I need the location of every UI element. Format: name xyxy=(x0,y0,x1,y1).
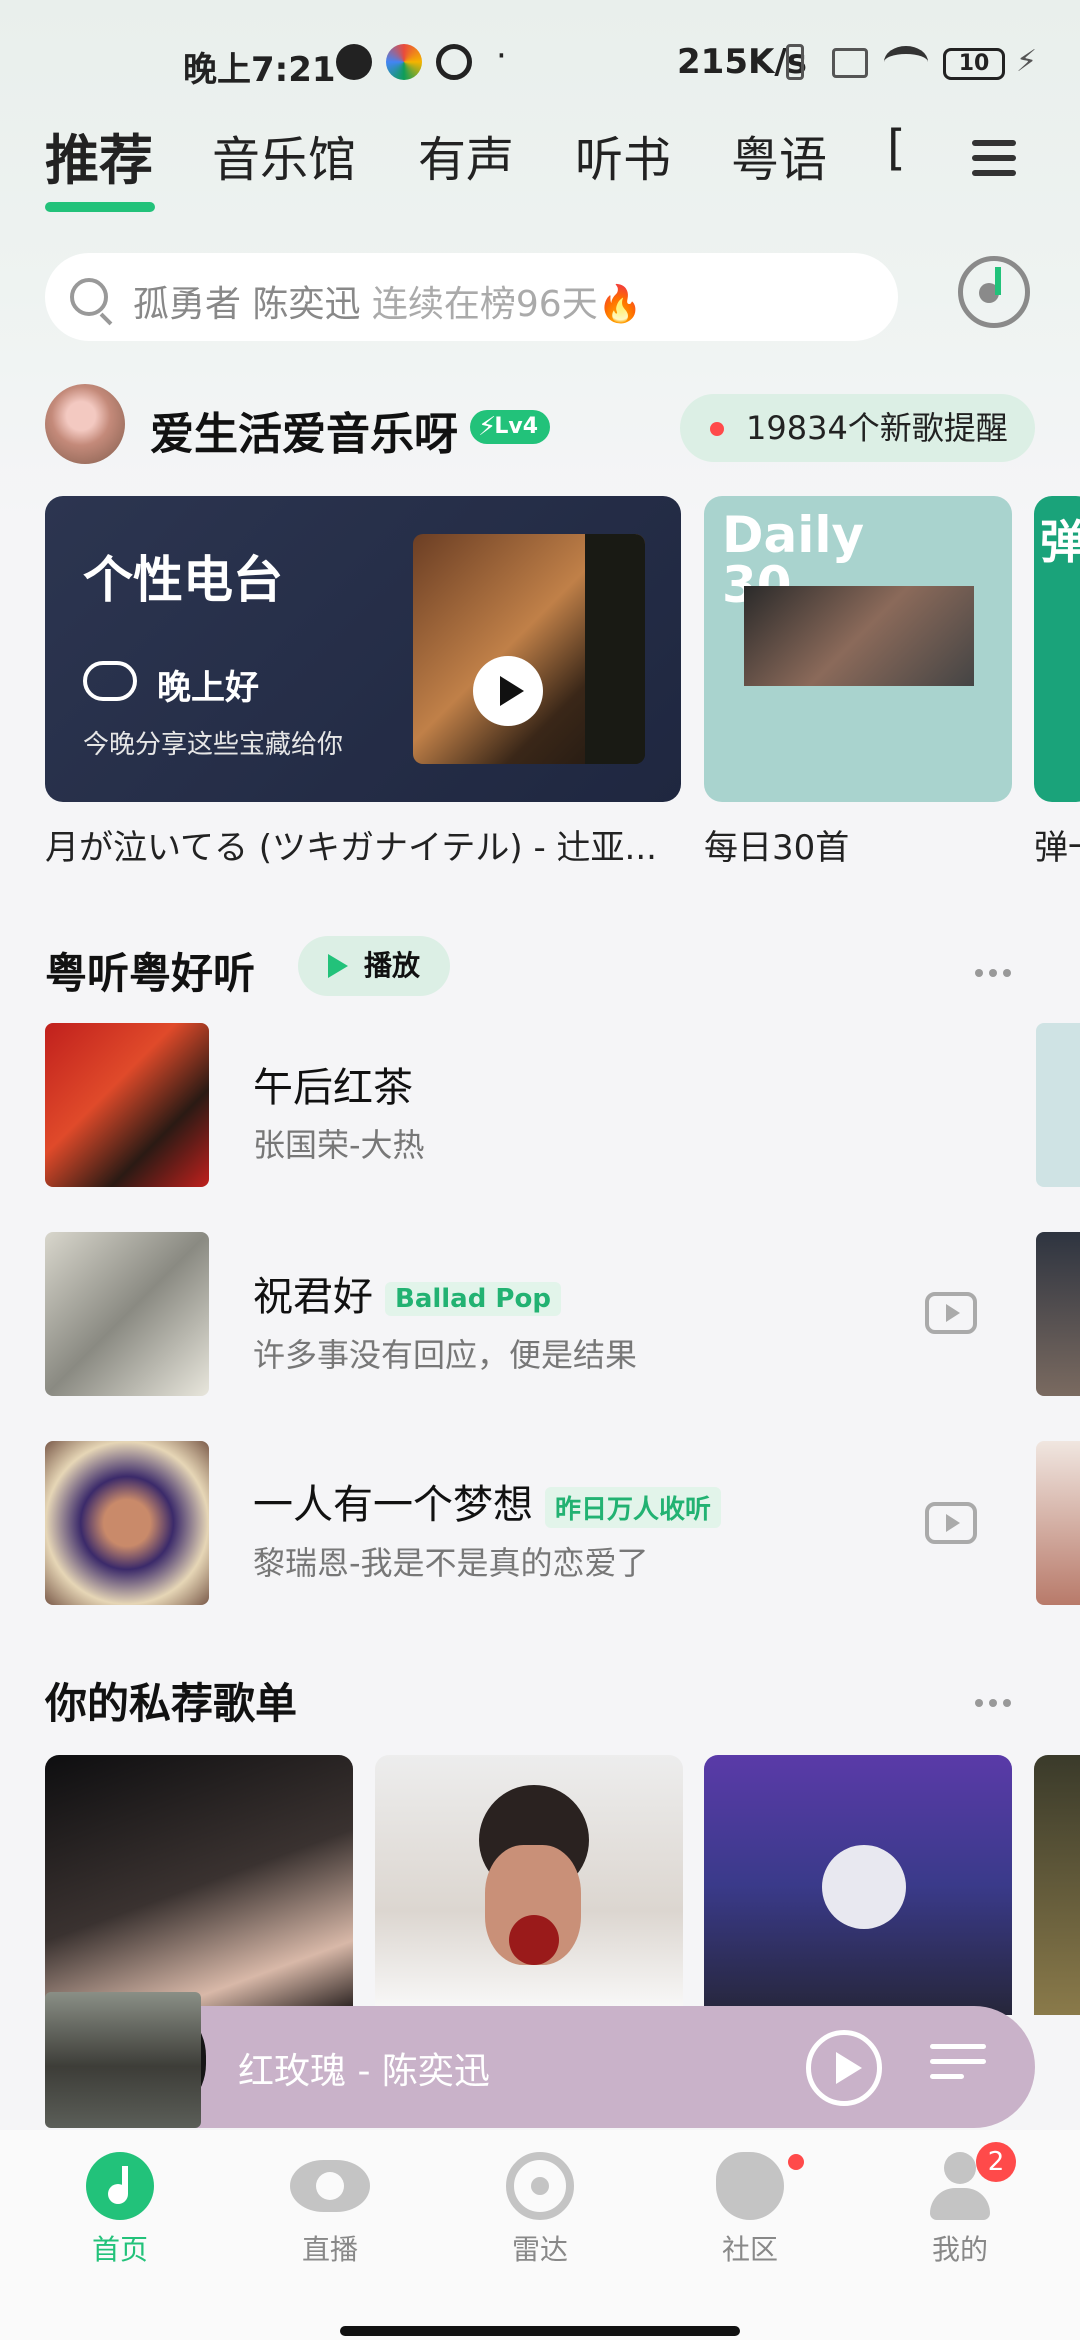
search-icon xyxy=(70,278,108,316)
tab-recommend[interactable]: 推荐 xyxy=(45,116,153,195)
song-tag: Ballad Pop xyxy=(385,1282,561,1316)
bluetooth-icon xyxy=(786,44,804,80)
tab-audio[interactable]: 有声 xyxy=(418,120,514,190)
mini-player-cover[interactable] xyxy=(45,1992,201,2128)
new-songs-reminder[interactable]: 19834个新歌提醒 xyxy=(680,394,1035,462)
notification-badge: 2 xyxy=(976,2142,1016,2182)
daily-30-card[interactable]: Daily 30 xyxy=(704,496,1012,802)
search-placeholder[interactable]: 孤勇者 陈奕迅 连续在榜96天🔥 xyxy=(133,275,643,327)
menu-icon[interactable] xyxy=(972,140,1016,178)
music-recognize-icon[interactable] xyxy=(958,256,1030,328)
song-cover[interactable] xyxy=(45,1023,209,1187)
song-title: 一人有一个梦想 xyxy=(253,1482,533,1528)
next-column-peek[interactable] xyxy=(1036,1232,1080,1396)
tab-cantonese[interactable]: 粤语 xyxy=(731,120,827,190)
section-title-cantonese: 粤听粤好听 xyxy=(45,949,256,998)
daily-caption[interactable]: 每日30首 xyxy=(704,820,849,869)
radio-title: 个性电台 xyxy=(83,551,283,609)
avatar[interactable] xyxy=(45,384,125,464)
new-songs-label: 19834个新歌提醒 xyxy=(746,409,1008,447)
nav-radar[interactable]: 雷达 xyxy=(470,2152,610,2268)
nav-label: 雷达 xyxy=(511,2233,568,2266)
third-caption[interactable]: 弹一 xyxy=(1034,820,1080,869)
red-dot-icon xyxy=(710,422,724,436)
app-notification-icon xyxy=(386,44,422,80)
nav-label: 首页 xyxy=(91,2233,148,2266)
personal-radio-card[interactable]: 个性电台 晚上好 今晚分享这些宝藏给你 xyxy=(45,496,681,802)
status-bar: 晚上7:21 · 215K/s 10 ⚡ xyxy=(0,30,1080,94)
daily-cover-photo xyxy=(744,586,974,686)
nav-live[interactable]: 直播 xyxy=(260,2152,400,2268)
eye-icon xyxy=(290,2160,370,2212)
song-artist: 黎瑞恩-我是不是真的恋爱了 xyxy=(253,1544,649,1582)
third-card-peek[interactable]: 弹 xyxy=(1034,496,1080,802)
app-notification-icon xyxy=(336,44,372,80)
next-column-peek[interactable] xyxy=(1036,1023,1080,1187)
more-options-icon[interactable] xyxy=(975,1692,1019,1707)
song-title-row[interactable]: 祝君好 Ballad Pop xyxy=(253,1264,561,1322)
song-artist: 许多事没有回应，便是结果 xyxy=(253,1336,638,1374)
song-title[interactable]: 午后红茶 xyxy=(253,1055,413,1113)
red-dot-icon xyxy=(788,2154,804,2170)
charging-icon: ⚡ xyxy=(1016,44,1038,79)
third-card-label: 弹 xyxy=(1040,515,1080,569)
app-notification-icon xyxy=(436,44,472,80)
more-options-icon[interactable] xyxy=(975,962,1019,977)
section-title-playlists: 你的私荐歌单 xyxy=(45,1679,298,1728)
radio-caption[interactable]: 月が泣いてる (ツキガナイテル) - 辻亚... xyxy=(45,820,657,869)
nav-community[interactable]: 社区 xyxy=(680,2152,820,2268)
radio-album-cover xyxy=(413,534,645,764)
username[interactable]: 爱生活爱音乐呀 xyxy=(150,398,458,462)
video-icon[interactable] xyxy=(925,1292,977,1334)
next-column-peek[interactable] xyxy=(1036,1441,1080,1605)
nav-label: 社区 xyxy=(721,2233,778,2266)
community-icon xyxy=(716,2152,784,2220)
lightning-icon: ⚡ xyxy=(478,412,497,442)
cloud-icon xyxy=(83,661,137,701)
song-cover[interactable] xyxy=(45,1441,209,1605)
playlist-cover[interactable] xyxy=(375,1755,683,2015)
tab-more-cut[interactable]: [ xyxy=(887,120,906,176)
nav-home[interactable]: 首页 xyxy=(50,2152,190,2268)
play-all-button[interactable]: 播放 xyxy=(298,936,450,996)
play-button[interactable] xyxy=(806,2030,882,2106)
battery-icon: 10 xyxy=(943,48,1005,80)
active-tab-indicator xyxy=(45,202,155,212)
apple-icon xyxy=(509,1915,559,1965)
search-query: 孤勇者 陈奕迅 xyxy=(133,284,361,325)
radio-subtitle: 今晚分享这些宝藏给你 xyxy=(83,730,344,760)
song-title-row[interactable]: 一人有一个梦想 昨日万人收听 xyxy=(253,1472,722,1530)
song-cover[interactable] xyxy=(45,1232,209,1396)
playlist-cover[interactable] xyxy=(45,1755,353,2015)
playlist-cover-peek[interactable] xyxy=(1034,1755,1080,2015)
now-playing-title[interactable]: 红玫瑰 - 陈奕迅 xyxy=(238,2042,490,2094)
sim-off-icon xyxy=(832,48,868,78)
song-tag: 昨日万人收听 xyxy=(545,1486,722,1528)
song-title: 祝君好 xyxy=(253,1274,373,1320)
playlist-cover[interactable] xyxy=(704,1755,1012,2015)
home-indicator[interactable] xyxy=(340,2326,740,2336)
tab-music-hall[interactable]: 音乐馆 xyxy=(212,120,356,190)
bottom-nav: 首页 直播 雷达 社区 2 我的 xyxy=(0,2130,1080,2340)
radio-greeting: 晚上好 xyxy=(157,668,259,708)
home-note-icon xyxy=(86,2152,154,2220)
nav-label: 我的 xyxy=(931,2233,988,2266)
nav-label: 直播 xyxy=(301,2233,358,2266)
song-artist: 张国荣-大热 xyxy=(253,1126,425,1164)
tab-books[interactable]: 听书 xyxy=(575,120,671,190)
search-hint: 连续在榜96天🔥 xyxy=(371,284,643,325)
video-icon[interactable] xyxy=(925,1502,977,1544)
status-more-dot: · xyxy=(496,36,507,76)
wifi-icon xyxy=(884,46,928,78)
status-time: 晚上7:21 xyxy=(183,50,336,90)
play-icon[interactable] xyxy=(473,656,543,726)
radar-icon xyxy=(506,2152,574,2220)
nav-profile[interactable]: 2 我的 xyxy=(890,2142,1030,2268)
playlist-queue-icon[interactable] xyxy=(930,2044,986,2092)
